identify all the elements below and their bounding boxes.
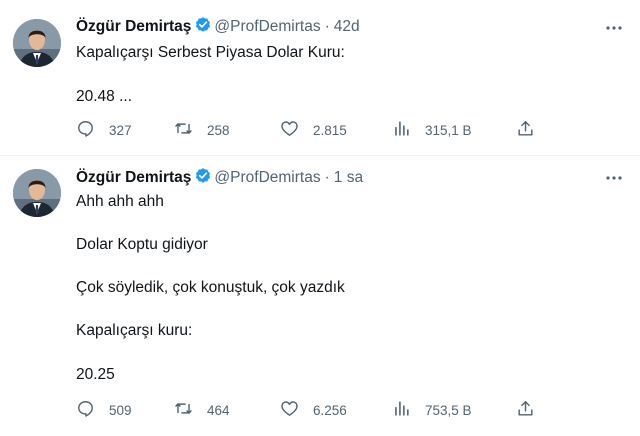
avatar[interactable] <box>13 19 61 67</box>
tweet-text-line: 20.25 <box>76 366 115 383</box>
separator-dot: · <box>324 169 330 186</box>
view-count: 315,1 B <box>425 122 472 138</box>
share-button[interactable] <box>516 400 535 420</box>
views-chart-icon <box>392 119 411 141</box>
like-button[interactable]: 6.256 <box>280 400 347 420</box>
views-chart-icon <box>392 399 411 421</box>
share-button[interactable] <box>516 120 535 140</box>
tweet-header: Özgür Demirtaş @ProfDemirtas · 42d <box>76 16 360 38</box>
reply-count: 509 <box>109 402 132 418</box>
like-count: 2.815 <box>313 122 347 138</box>
tweet-text-line: Kapalıçarşı kuru: <box>76 322 193 339</box>
verified-badge-icon <box>194 16 212 34</box>
author-name[interactable]: Özgür Demirtaş <box>76 18 191 35</box>
tweet-text-line: Çok söyledik, çok konuştuk, çok yazdık <box>76 279 345 296</box>
tweet-actions: 509 464 6.256 753,5 B <box>76 400 546 420</box>
tweet-time[interactable]: 42d <box>334 18 360 35</box>
author-name[interactable]: Özgür Demirtaş <box>76 169 191 186</box>
separator-dot: · <box>324 18 330 35</box>
share-icon <box>516 399 535 421</box>
reply-count: 327 <box>109 122 132 138</box>
verified-badge-icon <box>194 167 212 185</box>
reply-button[interactable]: 327 <box>76 120 132 140</box>
tweet-text-line: 20.48 ... <box>76 88 133 105</box>
heart-icon <box>280 399 299 421</box>
view-count: 753,5 B <box>425 402 472 418</box>
heart-icon <box>280 119 299 141</box>
tweet-text-line: Dolar Koptu gidiyor <box>76 236 208 253</box>
more-horizontal-icon[interactable] <box>604 168 624 188</box>
reply-icon <box>76 119 95 141</box>
like-button[interactable]: 2.815 <box>280 120 347 140</box>
reply-icon <box>76 399 95 421</box>
share-icon <box>516 119 535 141</box>
tweet-text-line: Ahh ahh ahh <box>76 193 164 210</box>
reply-button[interactable]: 509 <box>76 400 132 420</box>
views-button[interactable]: 315,1 B <box>392 120 472 140</box>
retweet-icon <box>174 399 193 421</box>
tweet-time[interactable]: 1 sa <box>334 169 363 186</box>
tweet[interactable]: Özgür Demirtaş @ProfDemirtas · 1 sa Ahh ahh… <box>0 155 640 436</box>
tweet-text-line: Kapalıçarşı Serbest Piyasa Dolar Kuru: <box>76 44 345 61</box>
retweet-icon <box>174 119 193 141</box>
avatar[interactable] <box>13 169 61 217</box>
views-button[interactable]: 753,5 B <box>392 400 472 420</box>
tweet-actions: 327 258 2.815 315,1 B <box>76 120 546 140</box>
author-handle[interactable]: @ProfDemirtas <box>214 169 320 186</box>
author-handle[interactable]: @ProfDemirtas <box>214 18 320 35</box>
retweet-button[interactable]: 258 <box>174 120 230 140</box>
retweet-count: 258 <box>207 122 230 138</box>
tweet[interactable]: Özgür Demirtaş @ProfDemirtas · 42d Kapalıça… <box>0 0 640 156</box>
retweet-button[interactable]: 464 <box>174 400 230 420</box>
more-horizontal-icon[interactable] <box>604 18 624 38</box>
retweet-count: 464 <box>207 402 230 418</box>
tweet-header: Özgür Demirtaş @ProfDemirtas · 1 sa <box>76 167 363 189</box>
like-count: 6.256 <box>313 402 347 418</box>
